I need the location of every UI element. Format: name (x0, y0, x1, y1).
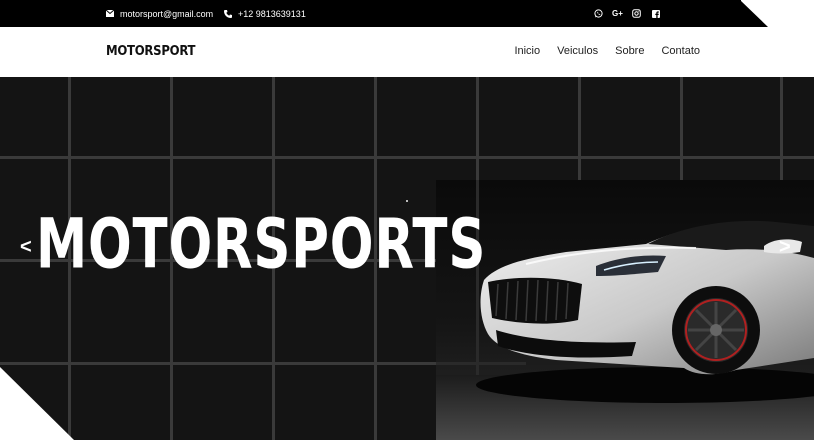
nav-item-inicio[interactable]: Inicio (514, 45, 540, 57)
grid-line (780, 77, 783, 180)
phone-icon (224, 9, 232, 18)
carousel-prev-button[interactable]: < (20, 237, 32, 257)
grid-line (680, 77, 683, 180)
facebook-icon[interactable] (651, 9, 660, 18)
nav-item-sobre[interactable]: Sobre (615, 45, 644, 57)
grid-line (0, 362, 436, 365)
nav-item-veiculos[interactable]: Veiculos (557, 45, 598, 57)
hero-corner-triangle (0, 367, 74, 440)
main-navbar: MOTORSPORT Inicio Veiculos Sobre Contato (0, 27, 814, 77)
contact-email-text: motorsport@gmail.com (120, 8, 214, 19)
contact-phone-text: +12 9813639131 (238, 8, 306, 19)
contact-phone[interactable]: +12 9813639131 (224, 0, 306, 27)
instagram-icon[interactable] (632, 9, 641, 18)
contact-email[interactable]: motorsport@gmail.com (106, 0, 213, 27)
google-plus-icon[interactable]: G+ (612, 9, 623, 18)
hero-title: MOTORSPORTS (36, 203, 487, 285)
envelope-icon (106, 10, 114, 17)
social-links: G+ (594, 0, 660, 27)
nav-item-contato[interactable]: Contato (661, 45, 700, 57)
decorative-dot (406, 200, 408, 202)
hero-car-image (436, 180, 814, 440)
grid-line (578, 77, 581, 180)
nav-menu: Inicio Veiculos Sobre Contato (497, 45, 700, 57)
hero-section: MOTORSPORTS < > (0, 77, 814, 440)
top-contact-bar: motorsport@gmail.com +12 9813639131 G+ (0, 0, 814, 27)
carousel-next-button[interactable]: > (779, 237, 791, 257)
whatsapp-icon[interactable] (594, 9, 603, 18)
top-bar-wedge (740, 0, 768, 27)
brand-logo[interactable]: MOTORSPORT (106, 44, 196, 59)
grid-line (0, 156, 814, 159)
